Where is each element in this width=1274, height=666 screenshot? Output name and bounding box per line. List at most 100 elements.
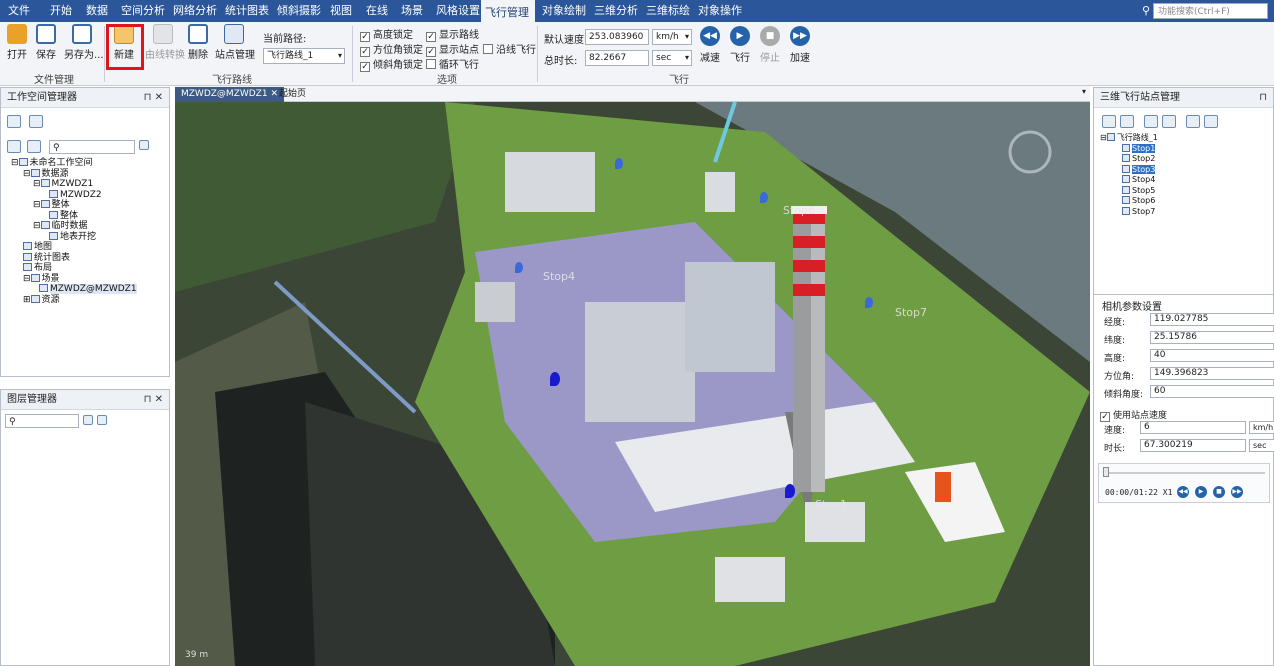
tree-node[interactable]: ⊟ 未命名工作空间 (11, 158, 137, 169)
total-time-input[interactable]: 82.2667 (585, 50, 649, 66)
along-line-checkbox[interactable]: 沿线飞行 (483, 41, 536, 56)
fast-forward-icon[interactable]: ▶▶ (790, 26, 810, 46)
longitude-input[interactable]: 119.027785 (1150, 313, 1274, 326)
tree-node[interactable]: 统计图表 (11, 252, 137, 264)
map-pin-icon[interactable] (550, 372, 560, 386)
stop-item[interactable]: Stop1 (1100, 143, 1158, 155)
pin-icon[interactable]: ⊓ (1259, 88, 1267, 108)
move-down-icon[interactable] (97, 415, 107, 425)
duration-unit-select[interactable]: sec (1249, 439, 1274, 452)
time-unit-select[interactable]: sec ▾ (652, 50, 692, 66)
play-icon[interactable]: ▶ (1195, 486, 1207, 498)
toolbar-icon[interactable] (27, 140, 41, 153)
stop-item[interactable]: Stop2 (1100, 154, 1158, 165)
tree-node[interactable]: 整体 (11, 210, 137, 222)
tilt-lock-checkbox[interactable]: ✓ 倾斜角锁定 (360, 56, 423, 72)
tree-node[interactable]: MZWDZ2 (11, 189, 137, 201)
convert-from-line-button[interactable]: 由线转换 (145, 24, 185, 61)
map-pin-icon[interactable] (865, 297, 873, 308)
tab-view[interactable]: 视图 (326, 0, 356, 22)
default-speed-input[interactable]: 253.083960 (585, 29, 649, 45)
edit-stop-icon[interactable] (1162, 115, 1176, 128)
tab-start[interactable]: 开始 (46, 0, 76, 22)
current-path-select[interactable]: 飞行路线_1 ▾ (263, 48, 345, 64)
latitude-input[interactable]: 25.15786 (1150, 331, 1274, 344)
open-button[interactable]: 打开 (6, 24, 28, 61)
azimuth-input[interactable]: 149.396823 (1150, 367, 1274, 380)
tree-node[interactable]: 地图 (11, 242, 137, 253)
3d-scene-view[interactable]: Stop6 Stop4 Stop7 Stop1 39 m (175, 102, 1090, 666)
use-stop-speed-checkbox[interactable]: ✓ 使用站点速度 (1100, 408, 1167, 422)
tab-3d-analysis[interactable]: 三维分析 (590, 0, 642, 22)
stop-item[interactable]: Stop5 (1100, 185, 1158, 197)
save-as-button[interactable]: 另存为... (64, 24, 104, 61)
capture-stop-icon[interactable] (1120, 115, 1134, 128)
altitude-input[interactable]: 40 (1150, 349, 1274, 362)
show-stops-checkbox[interactable]: ✓ 显示站点 (426, 41, 479, 57)
tab-spatial-analysis[interactable]: 空间分析 (117, 0, 169, 22)
move-up-icon[interactable] (83, 415, 93, 425)
stop-item[interactable]: Stop4 (1100, 175, 1158, 186)
close-icon[interactable]: ⊓ ✕ (144, 88, 163, 108)
stop-icon[interactable]: ■ (760, 26, 780, 46)
tree-node[interactable]: ⊟ 整体 (11, 200, 137, 211)
fast-forward-icon[interactable]: ▶▶ (1231, 486, 1243, 498)
tree-node[interactable]: ⊟ MZWDZ1 (11, 179, 137, 190)
tab-network-analysis[interactable]: 网络分析 (169, 0, 221, 22)
layer-search-input[interactable]: ⚲ (5, 414, 79, 428)
stop-icon[interactable]: ■ (1213, 486, 1225, 498)
tree-node[interactable]: 布局 (11, 263, 137, 274)
delete-route-button[interactable]: 删除 (187, 24, 209, 61)
trash-icon[interactable] (1186, 115, 1200, 128)
tree-node[interactable]: 地表开挖 (11, 231, 137, 243)
tree-node[interactable]: ⊟ 临时数据 (11, 221, 137, 232)
resource-tab-icon[interactable] (29, 115, 43, 128)
stop-item[interactable]: Stop6 (1100, 196, 1158, 207)
gear-icon[interactable] (1204, 115, 1218, 128)
loop-flight-checkbox[interactable]: 循环飞行 (426, 56, 479, 71)
tab-3d-plotting[interactable]: 三维标绘 (642, 0, 694, 22)
map-pin-icon[interactable] (515, 262, 523, 273)
workspace-search-input[interactable]: ⚲ (49, 140, 135, 154)
tab-object-operations[interactable]: 对象操作 (694, 0, 746, 22)
tree-node[interactable]: ⊞ 资源 (11, 294, 137, 306)
duration-input[interactable]: 67.300219 (1140, 439, 1246, 452)
add-stop-icon[interactable] (1102, 115, 1116, 128)
close-icon[interactable]: ⊓ ✕ (144, 390, 163, 410)
tab-scene-document[interactable]: MZWDZ@MZWDZ1 ✕ (175, 87, 284, 102)
tab-start-page[interactable]: 起始页 (273, 87, 312, 102)
chevron-down-icon[interactable]: ▾ (1082, 87, 1086, 96)
progress-handle[interactable] (1103, 467, 1109, 477)
speed-unit-select[interactable]: km/h (1249, 421, 1274, 434)
search-input[interactable]: 功能搜索(Ctrl+F) (1153, 3, 1268, 19)
collapse-icon[interactable] (139, 140, 149, 150)
tab-online[interactable]: 在线 (362, 0, 392, 22)
tree-node[interactable]: ⊟ 数据源 (11, 168, 137, 180)
tab-file[interactable]: 文件 (4, 0, 34, 22)
play-icon[interactable]: ▶ (730, 26, 750, 46)
height-lock-checkbox[interactable]: ✓ 高度锁定 (360, 26, 413, 42)
route-node[interactable]: ⊟ 飞行路线_1 (1100, 133, 1158, 144)
search-icon[interactable]: ⚲ (1142, 4, 1150, 17)
map-pin-icon[interactable] (760, 192, 768, 203)
tab-data[interactable]: 数据 (82, 0, 112, 22)
stop-item[interactable]: Stop3 (1100, 164, 1158, 176)
show-route-checkbox[interactable]: ✓ 显示路线 (426, 26, 479, 42)
tab-charts[interactable]: 统计图表 (221, 0, 273, 22)
rewind-icon[interactable]: ◀◀ (1177, 486, 1189, 498)
rewind-icon[interactable]: ◀◀ (700, 26, 720, 46)
tab-draw-objects[interactable]: 对象绘制 (538, 0, 590, 22)
tab-scene[interactable]: 场景 (397, 0, 427, 22)
speed-unit-select[interactable]: km/h ▾ (652, 29, 692, 45)
tab-flight-management[interactable]: 飞行管理 (481, 0, 535, 22)
stop-item[interactable]: Stop7 (1100, 206, 1158, 218)
workspace-tab-icon[interactable] (7, 115, 21, 128)
save-button[interactable]: 保存 (34, 24, 58, 61)
stop-manage-button[interactable]: 站点管理 (215, 24, 255, 61)
tab-oblique[interactable]: 倾斜摄影 (273, 0, 325, 22)
map-pin-icon[interactable] (615, 158, 623, 169)
tree-node[interactable]: MZWDZ@MZWDZ1 (11, 284, 137, 295)
toolbar-icon[interactable] (7, 140, 21, 153)
tree-node[interactable]: ⊟ 场景 (11, 273, 137, 285)
speed-input[interactable]: 6 (1140, 421, 1246, 434)
